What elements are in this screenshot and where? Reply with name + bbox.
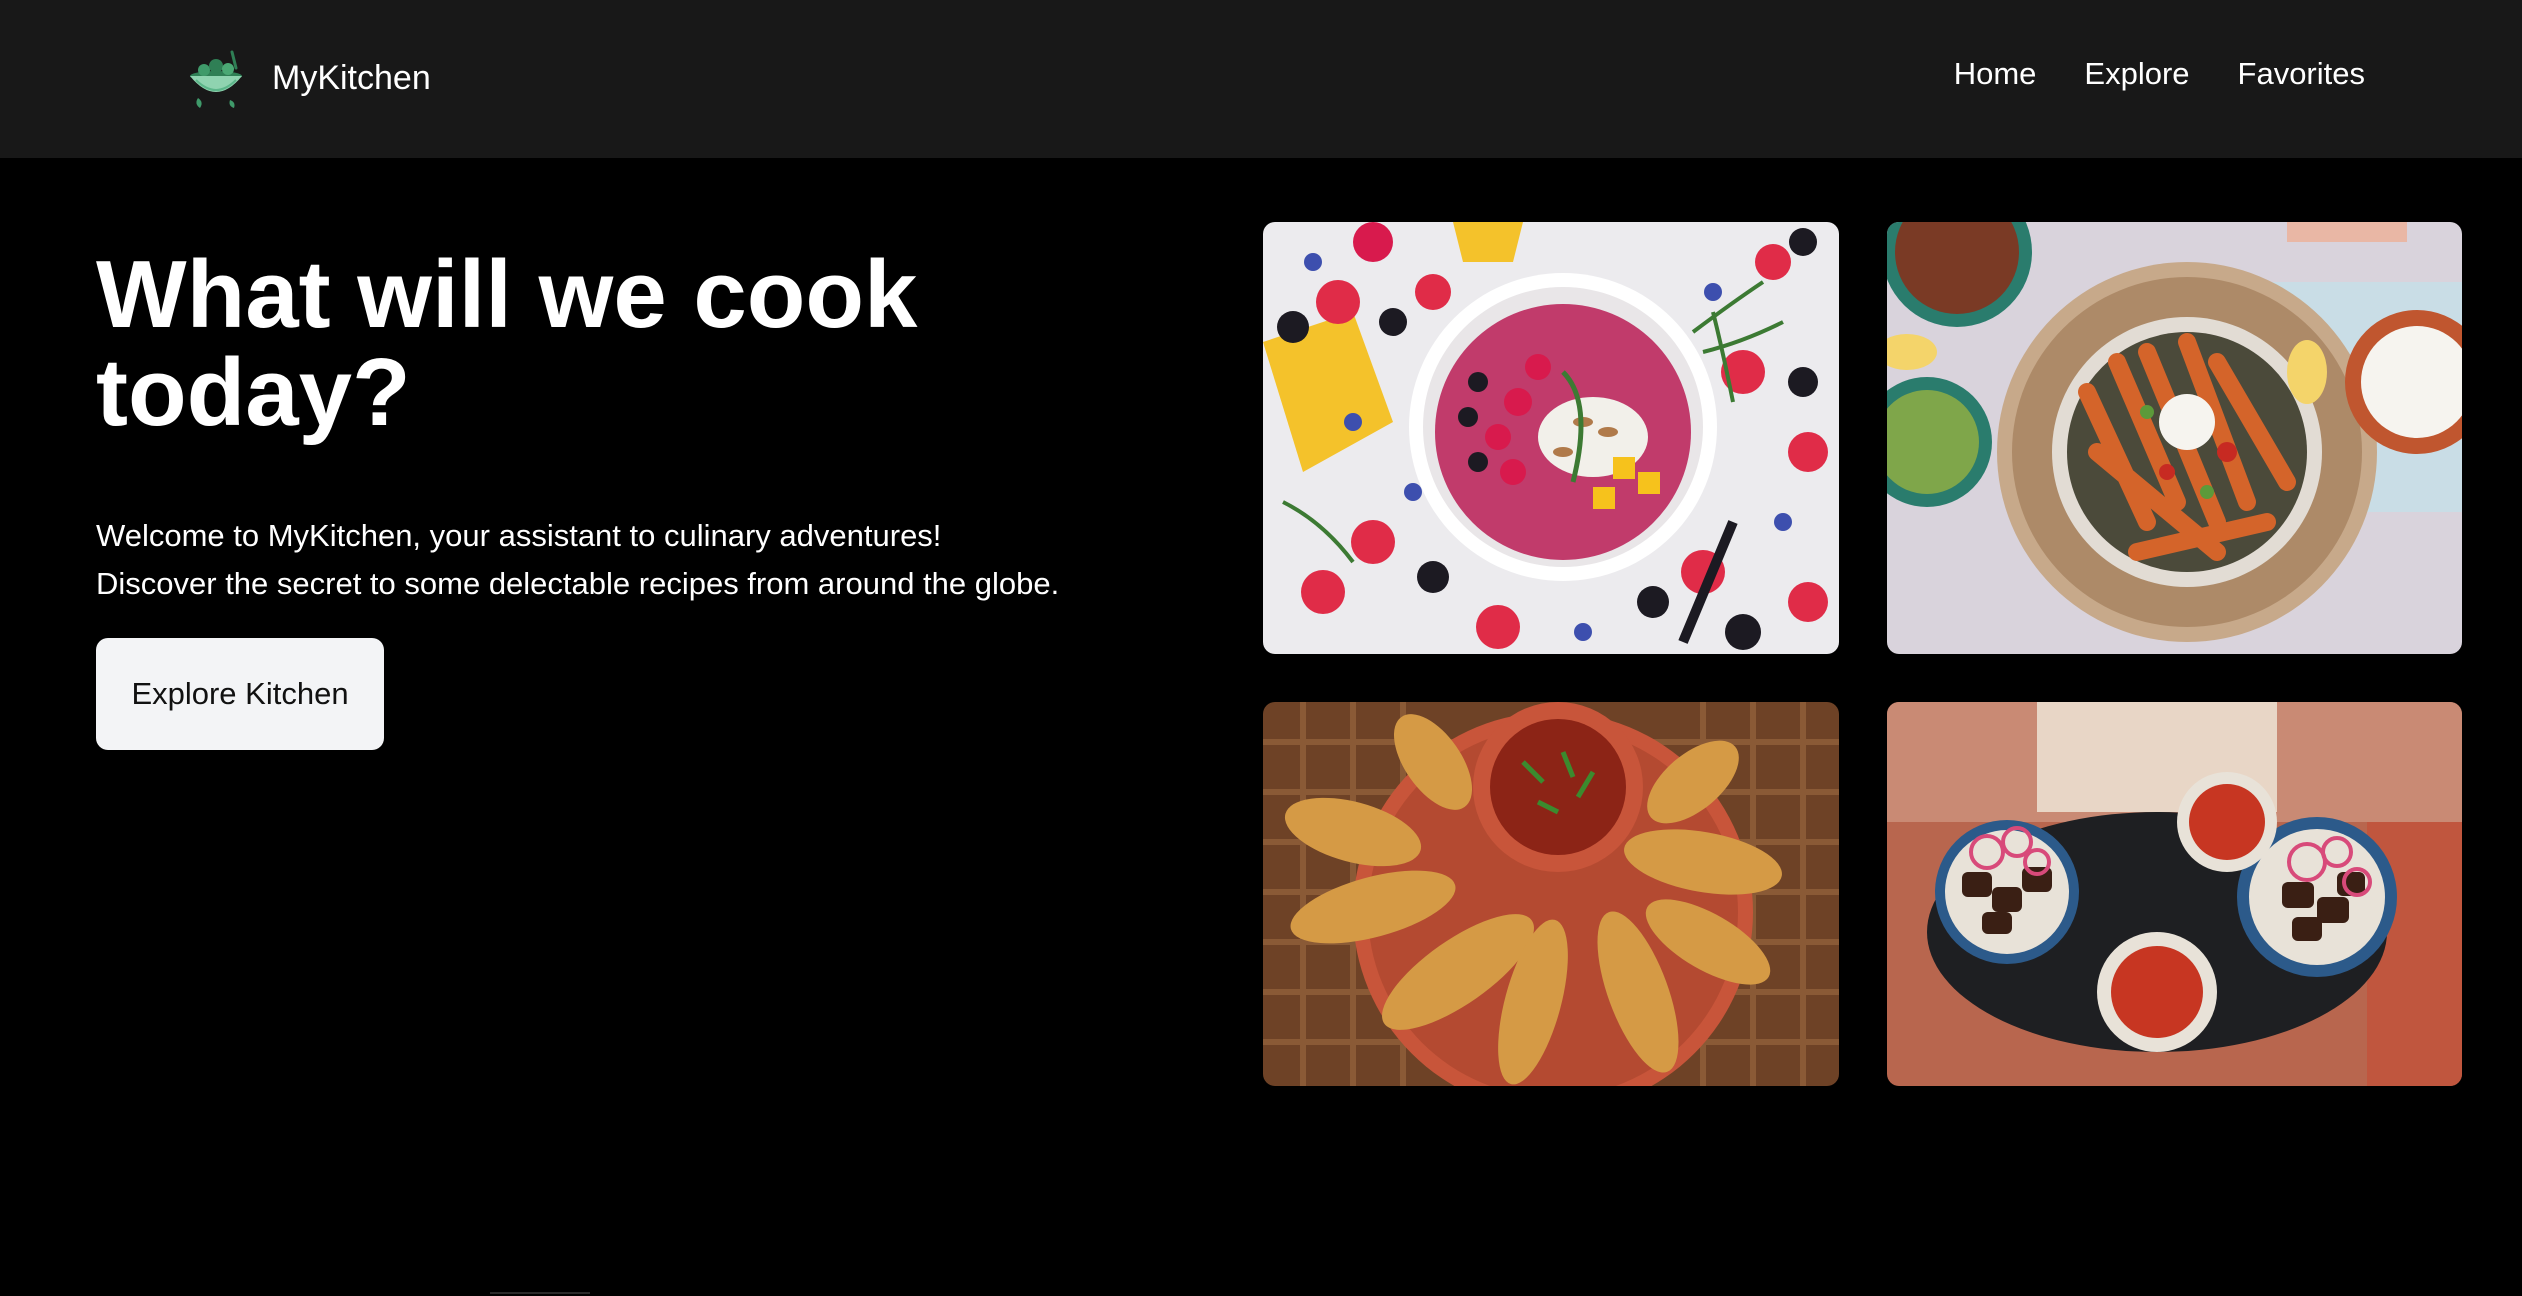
fried-rolls-image — [1263, 702, 1839, 1086]
navbar: MyKitchen Home Explore Favorites — [0, 0, 2522, 158]
explore-kitchen-button[interactable]: Explore Kitchen — [96, 638, 384, 750]
gallery-image-sweet-potato-fries[interactable] — [1887, 222, 2462, 654]
grilled-meat-image — [1887, 702, 2462, 1086]
hero-description-line-1: Welcome to MyKitchen, your assistant to … — [96, 518, 942, 553]
hero-description-line-2: Discover the secret to some delectable r… — [96, 566, 1060, 601]
hero-description: Welcome to MyKitchen, your assistant to … — [96, 512, 1236, 608]
hero-title: What will we cook today? — [96, 241, 918, 446]
brand-name: MyKitchen — [272, 58, 431, 97]
smoothie-bowl-image — [1263, 222, 1839, 654]
brand[interactable]: MyKitchen — [186, 46, 431, 110]
gallery-image-grilled-meat[interactable] — [1887, 702, 2462, 1086]
nav-explore-link[interactable]: Explore — [2084, 56, 2189, 92]
main-nav: Home Explore Favorites — [1954, 56, 2365, 92]
sweet-potato-fries-image — [1887, 222, 2462, 654]
gallery-image-smoothie-bowl[interactable] — [1263, 222, 1839, 654]
salad-bowl-icon — [190, 50, 242, 108]
bottom-divider — [490, 1292, 590, 1294]
nav-favorites-link[interactable]: Favorites — [2238, 56, 2365, 92]
gallery-image-fried-rolls[interactable] — [1263, 702, 1839, 1086]
nav-home-link[interactable]: Home — [1954, 56, 2037, 92]
